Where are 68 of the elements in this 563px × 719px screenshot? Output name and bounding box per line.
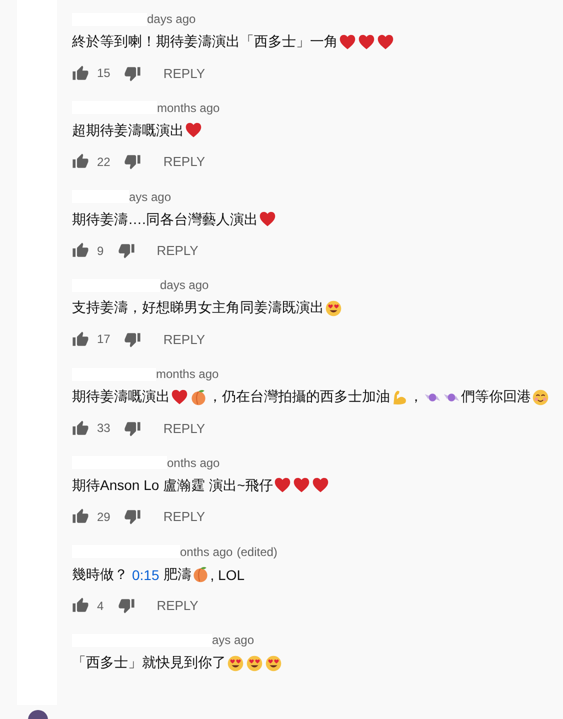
heart-icon	[293, 477, 310, 494]
heart-icon	[312, 477, 330, 494]
thumbs-down-icon[interactable]	[124, 420, 142, 436]
heart-eyes-emoji-icon	[246, 654, 263, 672]
comment-text: 期待Anson Lo 盧瀚霆 演出~飛仔	[72, 476, 274, 495]
reply-button[interactable]: REPLY	[141, 420, 206, 436]
thumbs-up-icon[interactable]	[72, 420, 89, 436]
timestamp-link[interactable]: 0:15	[132, 566, 160, 582]
comment-time: onths ago	[167, 456, 220, 470]
peach-icon	[192, 566, 210, 583]
reply-button[interactable]: REPLY	[141, 154, 206, 170]
thumbs-down-icon[interactable]	[118, 242, 135, 259]
thumbs-down-icon[interactable]	[124, 508, 142, 526]
smiling-face-hearts-icon	[532, 388, 549, 406]
comment-time: onths ago	[180, 544, 233, 558]
reply-button[interactable]: REPLY	[141, 66, 206, 80]
comment-text: 期待姜濤….同各台灣藝人演出	[72, 210, 258, 228]
like-count: 22	[97, 154, 110, 169]
thumbs-up-icon[interactable]	[72, 330, 89, 348]
thumbs-down-icon[interactable]	[118, 597, 135, 614]
reply-button[interactable]: REPLY	[134, 243, 198, 258]
comment-text: 超期待姜濤嘅演出	[72, 122, 184, 140]
comment-text: 幾時做？	[72, 566, 128, 584]
comment-time: days ago	[160, 278, 209, 292]
heart-icon	[377, 34, 394, 50]
like-count: 17	[97, 332, 110, 346]
thumbs-up-icon[interactable]	[72, 64, 89, 82]
reply-button[interactable]: REPLY	[141, 509, 206, 524]
comment-text: ，仍在台灣拍攝的西多士加油	[208, 388, 390, 406]
thumbs-down-icon[interactable]	[124, 330, 142, 348]
comment-time: days ago	[147, 12, 196, 26]
heart-icon	[358, 34, 375, 50]
comment-time: ays ago	[129, 190, 172, 204]
reply-button[interactable]: REPLY	[141, 332, 206, 347]
thumbs-down-icon[interactable]	[124, 153, 142, 170]
heart-icon	[171, 388, 188, 406]
comment-text: 期待姜濤嘅演出	[72, 388, 170, 406]
heart-icon	[274, 477, 292, 494]
heart-eyes-emoji-icon	[325, 300, 342, 317]
edited-label: (edited)	[236, 544, 278, 558]
comment-text: , LOL	[210, 566, 244, 582]
thumbs-down-icon[interactable]	[124, 64, 142, 82]
heart-eyes-emoji-icon	[265, 654, 282, 672]
heart-icon	[339, 34, 356, 50]
comment-text: 肥濤	[163, 566, 192, 584]
comment-text: 支持姜濤，好想睇男女主角同姜濤既演出	[72, 299, 324, 318]
like-count: 9	[97, 244, 104, 258]
thumbs-up-icon[interactable]	[72, 597, 89, 614]
thumbs-up-icon[interactable]	[72, 508, 89, 526]
like-count: 4	[97, 598, 104, 612]
comment-time: months ago	[157, 100, 220, 115]
thumbs-up-icon[interactable]	[72, 153, 89, 170]
comment-time: months ago	[156, 367, 219, 381]
comment-text: 終於等到喇！期待姜濤演出「西多士」一角	[72, 33, 338, 51]
like-count: 15	[97, 66, 110, 80]
flexed-arm-icon	[391, 388, 408, 406]
comment-text: 們等你回港	[461, 388, 531, 406]
comment-time: ays ago	[212, 633, 254, 648]
heart-icon	[258, 211, 276, 228]
heart-eyes-emoji-icon	[227, 654, 244, 672]
thumbs-up-icon[interactable]	[72, 242, 89, 259]
comment-text: ，	[409, 388, 423, 406]
peach-icon	[190, 388, 207, 406]
reply-button[interactable]: REPLY	[134, 598, 198, 613]
like-count: 33	[97, 421, 110, 435]
like-count: 29	[97, 510, 110, 524]
heart-icon	[185, 122, 202, 140]
comment-text: 「西多士」就快見到你了	[72, 654, 226, 672]
